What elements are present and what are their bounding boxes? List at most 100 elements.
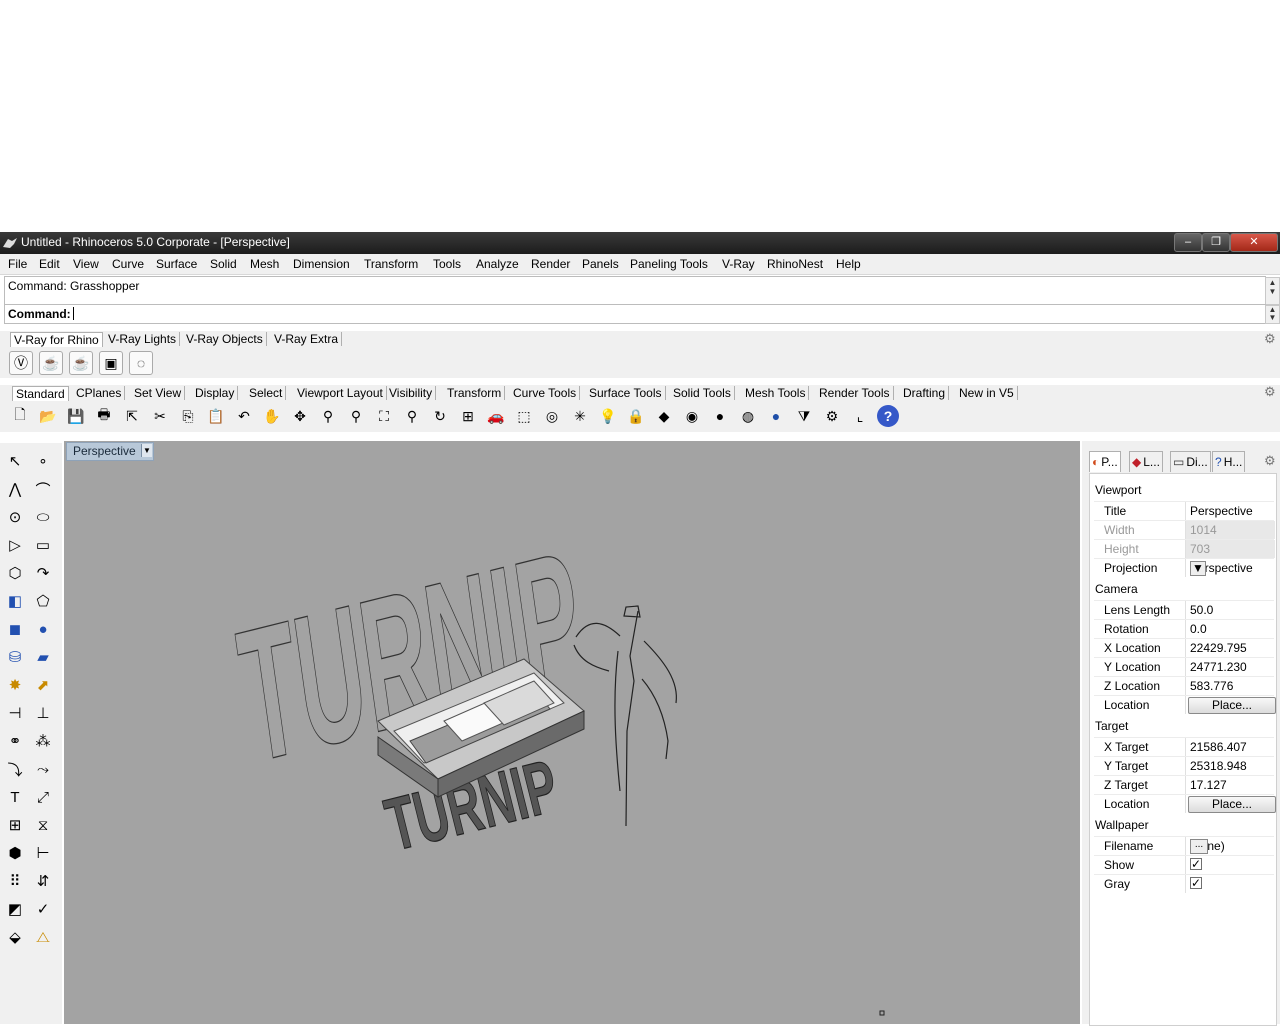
pan-hand-icon[interactable]: ✋ — [261, 405, 283, 427]
zoom-icon[interactable]: ⚲ — [317, 405, 339, 427]
blue-sphere-icon[interactable]: ● — [765, 405, 787, 427]
rotate-view-icon[interactable]: ✥ — [289, 405, 311, 427]
prop-value-cell[interactable]: 24771.230 — [1185, 658, 1275, 676]
zoom-window-icon[interactable]: ⚲ — [345, 405, 367, 427]
camera-place-button[interactable]: Place... — [1188, 697, 1276, 714]
menu-item-render[interactable]: Render — [531, 257, 570, 271]
viewport-menu-icon[interactable]: ▼ — [141, 444, 152, 457]
cplane-icon[interactable]: ◎ — [541, 405, 563, 427]
toolbar-tab-viewport-layout[interactable]: Viewport Layout — [294, 386, 387, 400]
menu-item-rhinonest[interactable]: RhinoNest — [767, 257, 823, 271]
dimension-icon[interactable]: ⌞ — [849, 405, 871, 427]
zoom-selected-icon[interactable]: ⚲ — [401, 405, 423, 427]
grid-array-icon[interactable]: ⠿ — [3, 869, 27, 893]
properties-tab[interactable]: ◐ P... — [1089, 451, 1121, 472]
perspective-viewport[interactable]: TURNIP TURNIP — [64, 441, 1080, 1024]
material-icon[interactable]: ◆ — [653, 405, 675, 427]
vray-tab-v-ray-lights[interactable]: V-Ray Lights — [105, 332, 181, 346]
gumball-tool-icon[interactable]: ⇵ — [31, 869, 55, 893]
polygon-icon[interactable]: ▷ — [3, 533, 27, 557]
lock-icon[interactable]: 🔒 — [625, 405, 647, 427]
group-icon[interactable]: ⁂ — [31, 729, 55, 753]
plane-icon[interactable]: ▰ — [31, 645, 55, 669]
toolbar-tab-select[interactable]: Select — [246, 386, 287, 400]
restore-button[interactable]: ❐ — [1202, 233, 1230, 252]
render-tool-icon[interactable]: ⧍ — [31, 925, 55, 949]
render-sphere-icon[interactable]: ◍ — [737, 405, 759, 427]
split-icon[interactable]: ⊣ — [3, 701, 27, 725]
vray-tab-v-ray-objects[interactable]: V-Ray Objects — [183, 332, 267, 346]
cylinder-icon[interactable]: ⛁ — [3, 645, 27, 669]
prop-value-cell[interactable]: Perspective — [1185, 502, 1275, 520]
chevron-down-icon[interactable]: ▼ — [1190, 561, 1206, 576]
analyze-icon[interactable]: ◩ — [3, 897, 27, 921]
check-icon[interactable]: ✓ — [31, 897, 55, 921]
show-checkbox[interactable]: ✓ — [1190, 858, 1202, 870]
toolbar-tab-solid-tools[interactable]: Solid Tools — [670, 386, 735, 400]
save-icon[interactable]: 💾 — [65, 405, 87, 427]
select-filter-icon[interactable]: ⬚ — [513, 405, 535, 427]
menu-item-v-ray[interactable]: V-Ray — [722, 257, 755, 271]
toolbar-tab-cplanes[interactable]: CPlanes — [73, 386, 126, 400]
menu-item-panels[interactable]: Panels — [582, 257, 619, 271]
teapot-interactive-icon[interactable]: ☕ — [69, 351, 93, 375]
block-icon[interactable]: ⬢ — [3, 841, 27, 865]
menu-item-dimension[interactable]: Dimension — [293, 257, 350, 271]
menu-item-help[interactable]: Help — [836, 257, 861, 271]
menu-item-surface[interactable]: Surface — [156, 257, 197, 271]
vray-tab-v-ray-extra[interactable]: V-Ray Extra — [271, 332, 343, 346]
menu-item-edit[interactable]: Edit — [39, 257, 60, 271]
trim-icon[interactable]: ⊥ — [31, 701, 55, 725]
prop-value-cell[interactable]: 0.0 — [1185, 620, 1275, 638]
new-file-icon[interactable]: 🗋 — [9, 405, 31, 427]
point-icon[interactable]: ∘ — [31, 449, 55, 473]
prop-value-cell[interactable]: 22429.795 — [1185, 639, 1275, 657]
minimize-button[interactable]: ‒ — [1174, 233, 1202, 252]
panel-gear-icon[interactable]: ⚙ — [1264, 453, 1276, 469]
menu-item-paneling-tools[interactable]: Paneling Tools — [630, 257, 708, 271]
fillet-icon[interactable]: ⤵ — [3, 757, 27, 781]
gumball-icon[interactable]: ✳ — [569, 405, 591, 427]
layers-tab[interactable]: ◆ L... — [1129, 451, 1163, 472]
help-icon[interactable]: ? — [877, 405, 899, 427]
frame-buffer-icon[interactable]: ▣ — [99, 351, 123, 375]
array-icon[interactable]: ⊞ — [3, 813, 27, 837]
options-gear-icon[interactable]: ⚙ — [821, 405, 843, 427]
gray-checkbox[interactable]: ✓ — [1190, 877, 1202, 889]
mirror-icon[interactable]: ⧖ — [31, 813, 55, 837]
shaded-sphere-icon[interactable]: ● — [709, 405, 731, 427]
four-viewports-icon[interactable]: ⊞ — [457, 405, 479, 427]
text-icon[interactable]: T — [3, 785, 27, 809]
menu-item-curve[interactable]: Curve — [112, 257, 144, 271]
extrude-icon[interactable]: ⬠ — [31, 589, 55, 613]
select-arrow-icon[interactable]: ↖ — [3, 449, 27, 473]
menu-item-transform[interactable]: Transform — [364, 257, 418, 271]
display-tab[interactable]: ▭ Di... — [1170, 451, 1211, 472]
toolbar-tab-set-view[interactable]: Set View — [131, 386, 186, 400]
z-target-field[interactable]: 17.127 — [1190, 778, 1227, 792]
menu-item-mesh[interactable]: Mesh — [250, 257, 279, 271]
menu-item-view[interactable]: View — [73, 257, 99, 271]
paste-icon[interactable]: 📋 — [205, 405, 227, 427]
projection-select[interactable]: Perspective ▼ — [1185, 559, 1275, 577]
x-target-field[interactable]: 21586.407 — [1190, 740, 1247, 754]
toolbar-tab-curve-tools[interactable]: Curve Tools — [510, 386, 581, 400]
ellipse-icon[interactable]: ⬭ — [31, 505, 55, 529]
arrow-tool-icon[interactable]: ⬈ — [31, 673, 55, 697]
toolbar-tab-mesh-tools[interactable]: Mesh Tools — [742, 386, 810, 400]
prop-value-cell[interactable]: 25318.948 — [1185, 757, 1275, 775]
prop-value-cell[interactable]: 21586.407 — [1185, 738, 1275, 756]
vray-tab-v-ray-for-rhino[interactable]: V-Ray for Rhino — [10, 332, 103, 347]
menu-item-file[interactable]: File — [8, 257, 27, 271]
surface-icon[interactable]: ◧ — [3, 589, 27, 613]
mesh-icon[interactable]: ⬙ — [3, 925, 27, 949]
hexagon-icon[interactable]: ⬡ — [3, 561, 27, 585]
help-tab[interactable]: ? H... — [1212, 451, 1246, 472]
toolbar-tab-new-in-v5[interactable]: New in V5 — [956, 386, 1018, 400]
curve-icon[interactable]: ⌒ — [31, 477, 55, 501]
prop-value-cell[interactable]: 583.776 — [1185, 677, 1275, 695]
arc-icon[interactable]: ↷ — [31, 561, 55, 585]
cut-icon[interactable]: ✂ — [149, 405, 171, 427]
filter-icon[interactable]: ⧩ — [793, 405, 815, 427]
circle-icon[interactable]: ⊙ — [3, 505, 27, 529]
